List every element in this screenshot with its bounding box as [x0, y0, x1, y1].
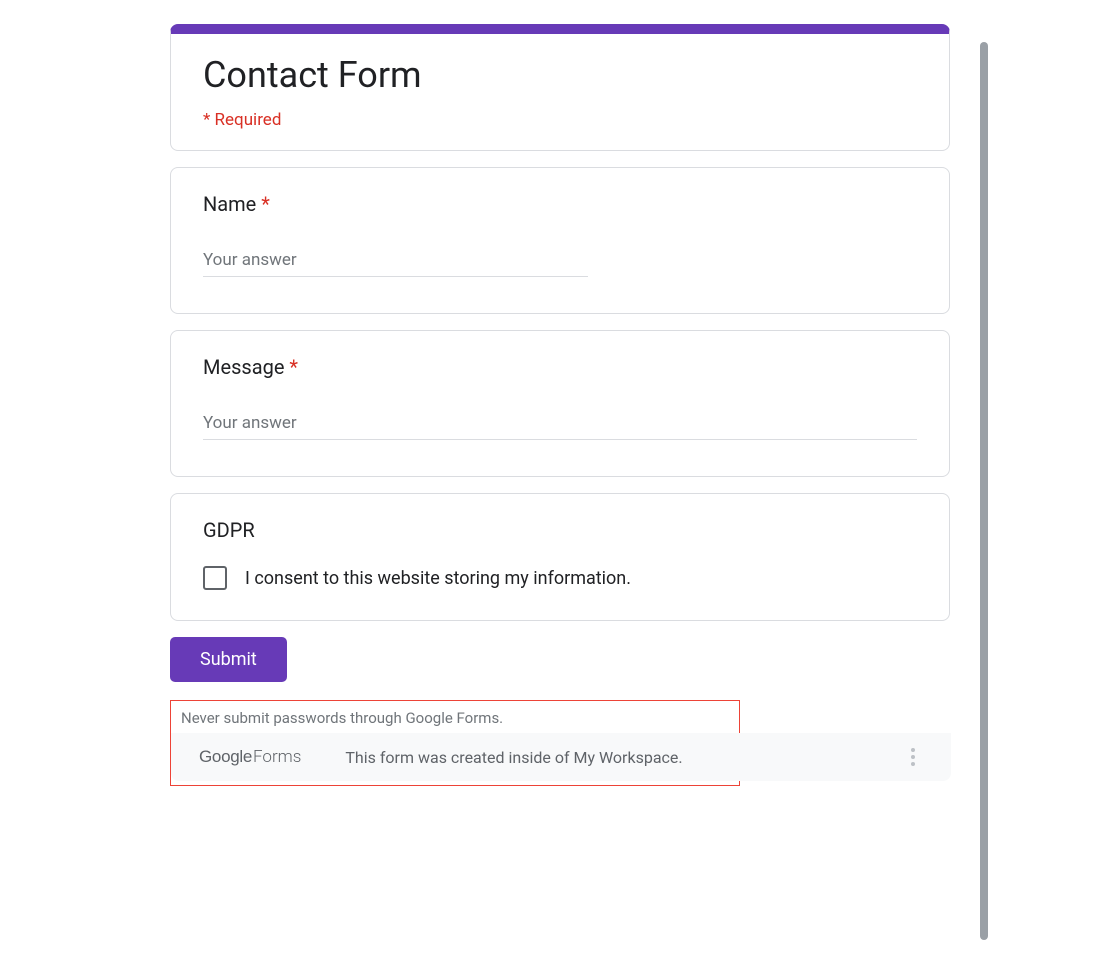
message-label-text: Message	[203, 355, 284, 379]
consent-checkbox[interactable]	[203, 566, 227, 590]
required-star: *	[261, 192, 270, 216]
workspace-text: This form was created inside of My Works…	[345, 748, 682, 767]
question-label-message: Message *	[203, 355, 917, 379]
more-vert-icon[interactable]	[903, 740, 923, 774]
question-card-name: Name *	[170, 167, 950, 314]
form-title: Contact Form	[203, 54, 917, 96]
footer-bar: GoogleForms This form was created inside…	[171, 733, 951, 781]
google-logo-text: Google	[199, 747, 252, 766]
google-forms-logo[interactable]: GoogleForms	[199, 747, 301, 767]
question-card-message: Message *	[170, 330, 950, 477]
submit-button[interactable]: Submit	[170, 637, 287, 682]
name-input[interactable]	[203, 246, 588, 277]
question-label-gdpr: GDPR	[203, 518, 917, 542]
name-label-text: Name	[203, 192, 256, 216]
form-container: Contact Form * Required Name * Message *…	[170, 0, 950, 786]
required-star: *	[289, 355, 298, 379]
scrollbar[interactable]	[980, 42, 988, 940]
required-indicator: * Required	[203, 110, 917, 130]
question-card-gdpr: GDPR I consent to this website storing m…	[170, 493, 950, 621]
forms-logo-text: Forms	[253, 747, 301, 767]
consent-label: I consent to this website storing my inf…	[245, 568, 631, 589]
question-label-name: Name *	[203, 192, 917, 216]
footer-highlight-box: Never submit passwords through Google Fo…	[170, 700, 740, 786]
password-warning: Never submit passwords through Google Fo…	[181, 709, 729, 727]
form-header-card: Contact Form * Required	[170, 24, 950, 151]
message-input[interactable]	[203, 409, 917, 440]
checkbox-row: I consent to this website storing my inf…	[203, 566, 917, 590]
